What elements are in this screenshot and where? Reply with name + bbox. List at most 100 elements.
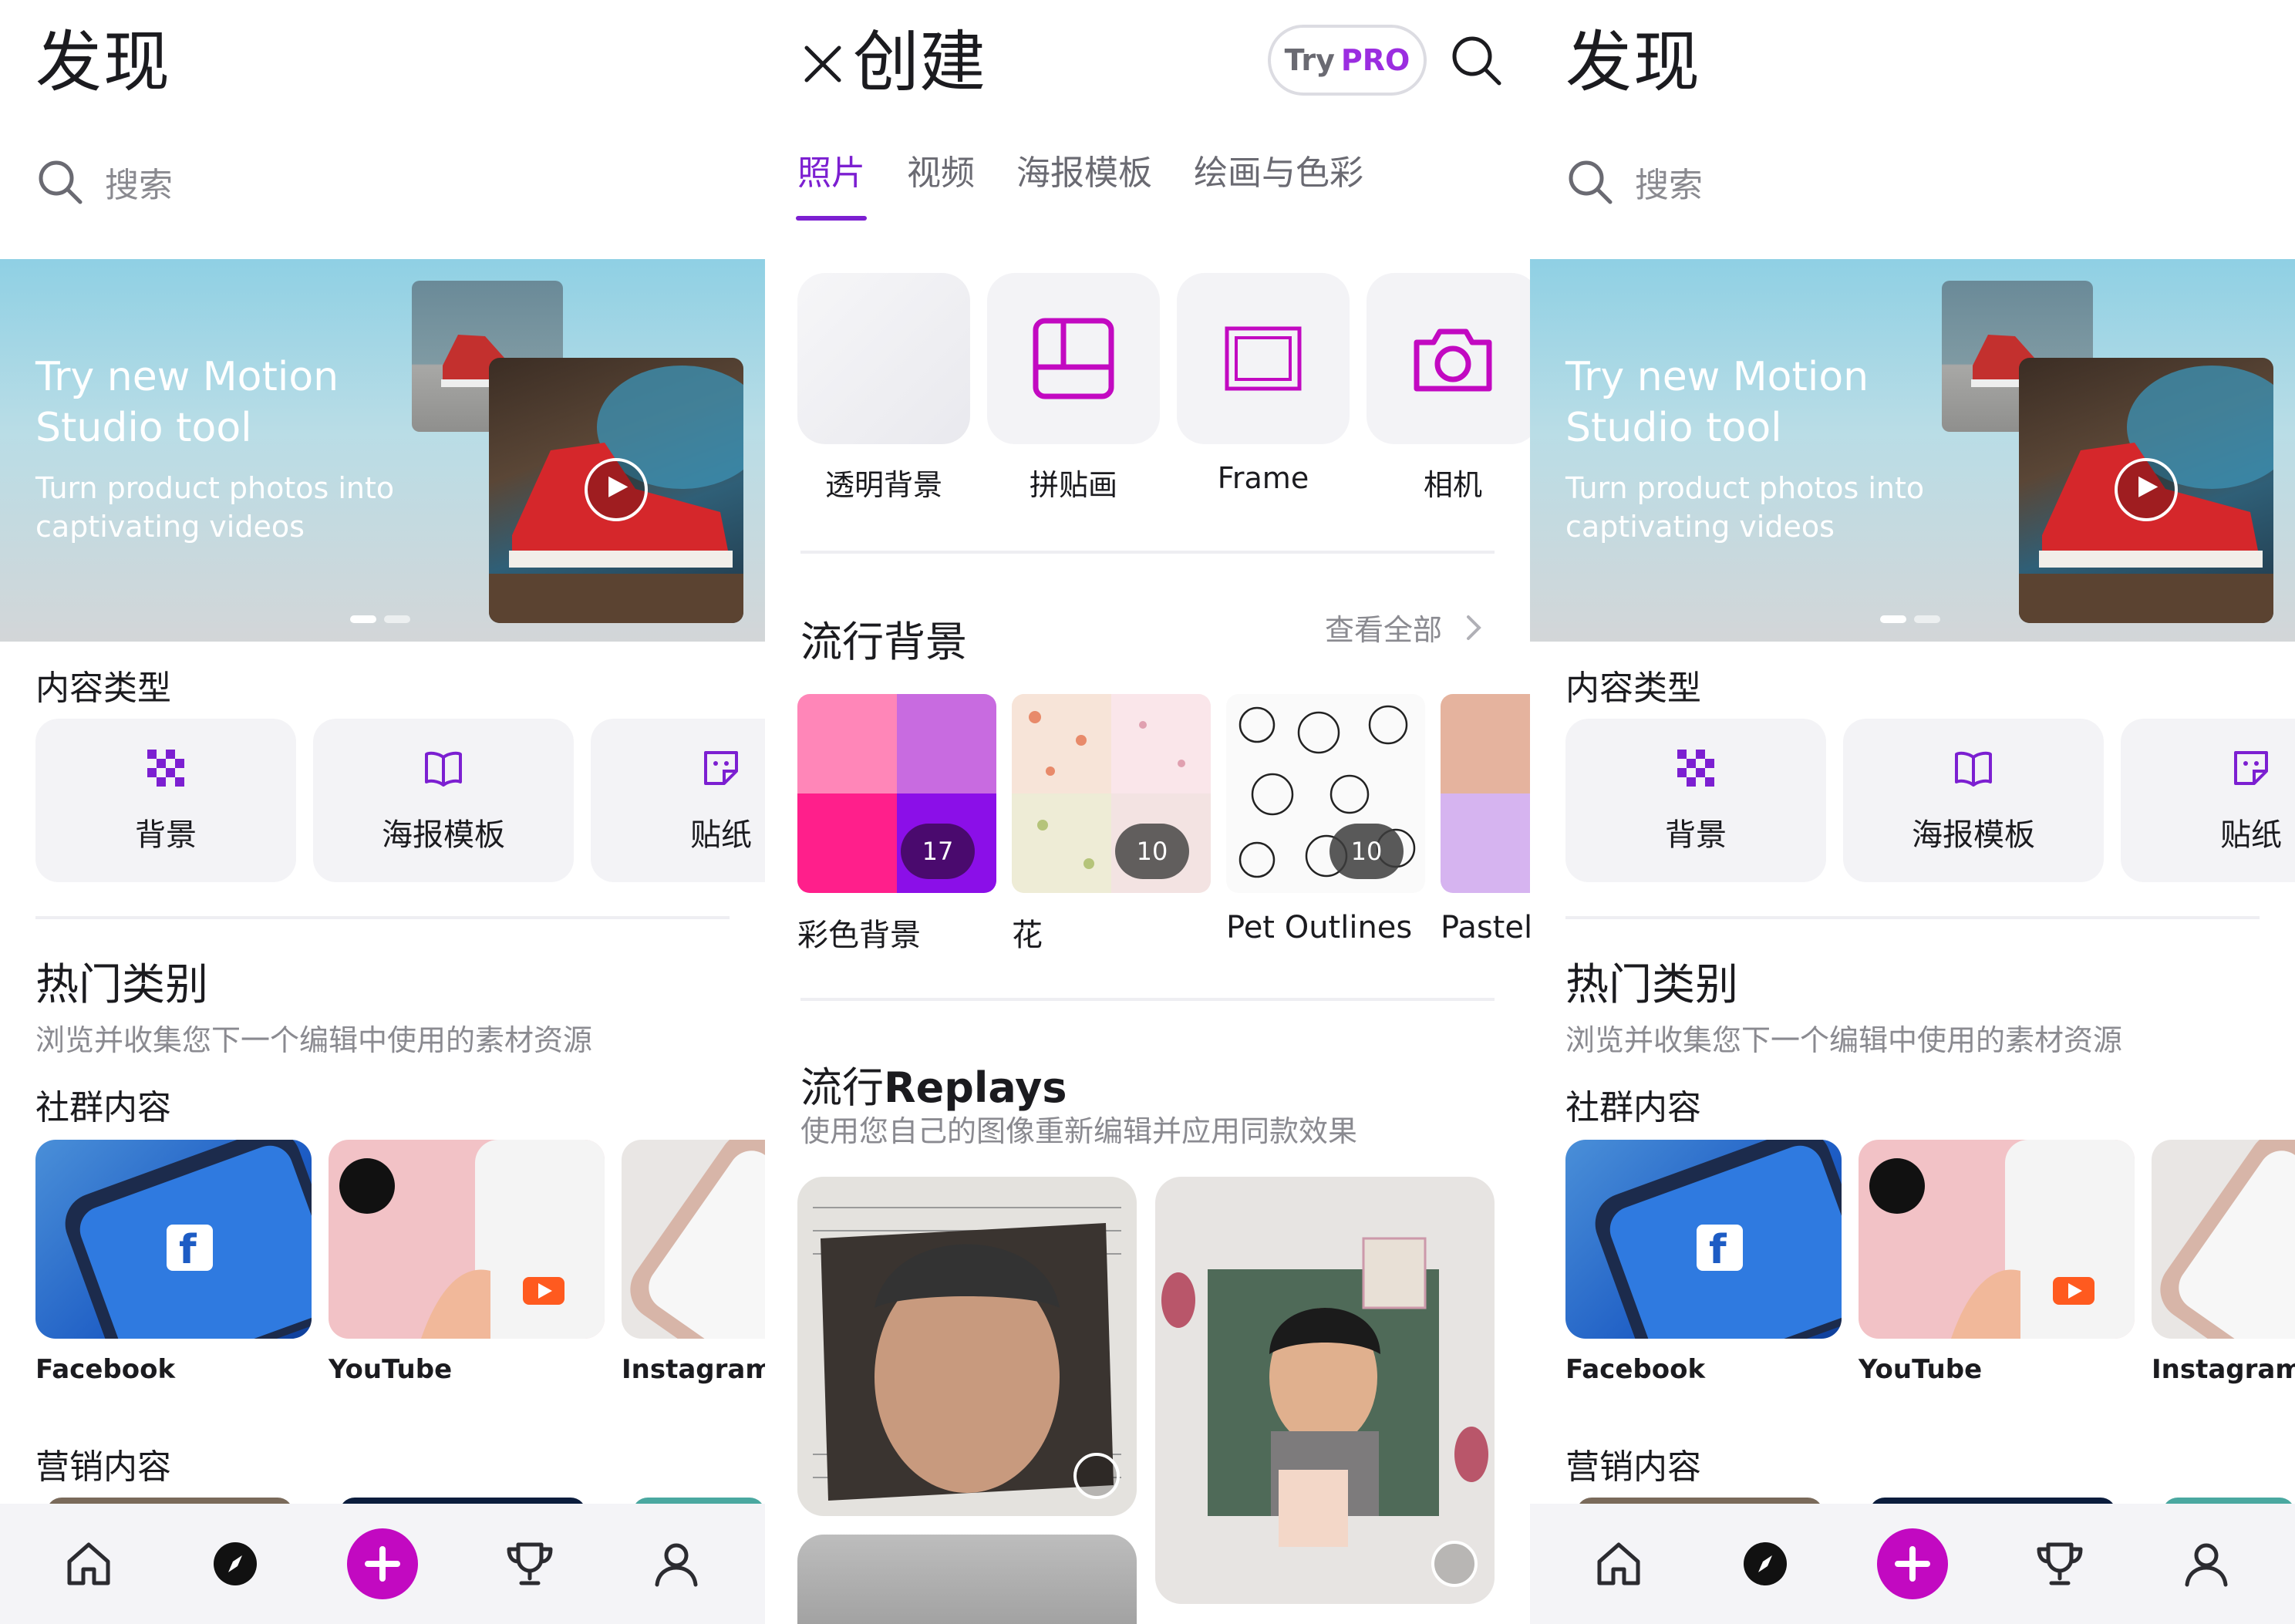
try-pro-try: Try (1284, 43, 1335, 77)
bg-label: 彩色背景 (797, 918, 921, 953)
bg-label: 花 (1012, 918, 1043, 953)
checker-icon (147, 750, 184, 787)
discover-tab[interactable] (201, 1529, 270, 1599)
search-placeholder: 搜索 (1635, 166, 1703, 205)
instagram-thumbnail[interactable] (622, 1140, 765, 1339)
search-icon[interactable] (1447, 31, 1505, 89)
create-button[interactable] (1877, 1528, 1948, 1599)
content-type-label: 背景 (1665, 817, 1727, 853)
discover-screen-left: 发现 搜索 Try new Motion Studio tool Turn pr… (0, 0, 765, 1624)
bottom-nav (0, 1504, 765, 1624)
try-pro-button[interactable]: Try PRO (1268, 25, 1427, 96)
create-button[interactable] (347, 1528, 418, 1599)
replay-card-blur[interactable] (797, 1535, 1137, 1624)
tool-label: 相机 (1423, 468, 1482, 502)
tab-drawing[interactable]: 绘画与色彩 (1194, 145, 1363, 194)
search-icon (1569, 160, 1613, 204)
content-type-sticker[interactable]: 贴纸 (591, 719, 765, 882)
bg-tile-colorful[interactable]: 17 (797, 694, 996, 893)
close-icon[interactable] (796, 37, 850, 91)
social-label: YouTube (1859, 1354, 1983, 1385)
divider (800, 998, 1495, 1001)
page-title: 发现 (1565, 24, 1701, 101)
community-heading: 社群内容 (35, 1088, 171, 1127)
checker-icon (1677, 750, 1714, 787)
book-icon (1955, 751, 1992, 787)
bg-tile-flower[interactable]: 10 (1012, 694, 1211, 893)
bg-count-badge: 17 (901, 824, 975, 879)
tool-camera[interactable] (1367, 273, 1530, 444)
content-type-label: 海报模板 (1912, 817, 2035, 853)
see-all-link[interactable]: 查看全部 (1325, 606, 1485, 649)
bg-tile-pastel[interactable] (1441, 694, 1530, 893)
banner-headline: Try new Motion Studio tool (35, 354, 339, 451)
social-label: Instagram (2152, 1354, 2295, 1385)
divider (1565, 916, 2260, 919)
motion-studio-banner[interactable]: Try new Motion Studio tool Turn product … (1530, 259, 2295, 642)
search-icon (39, 160, 83, 204)
profile-tab[interactable] (2172, 1529, 2241, 1599)
replay-icon (1073, 1453, 1120, 1499)
content-type-background[interactable]: 背景 (35, 719, 296, 882)
bg-label: Pastel (1441, 910, 1530, 945)
replay-icon (1431, 1541, 1478, 1587)
facebook-thumbnail[interactable]: f (35, 1140, 312, 1339)
sticker-icon (704, 751, 738, 785)
bg-count-badge: 10 (1115, 824, 1189, 879)
tool-transparent-bg[interactable] (797, 273, 970, 444)
youtube-thumbnail[interactable] (329, 1140, 605, 1339)
trophy-icon (2037, 1542, 2083, 1585)
create-tabs: 照片 视频 海报模板 绘画与色彩 (797, 145, 1405, 194)
page-title: 发现 (35, 24, 171, 101)
home-tab[interactable] (54, 1529, 123, 1599)
hot-categories-title: 热门类别 (35, 960, 208, 1010)
instagram-thumbnail[interactable] (2152, 1140, 2295, 1339)
content-type-background[interactable]: 背景 (1565, 719, 1826, 882)
svg-text:f: f (1709, 1227, 1727, 1273)
tool-frame[interactable] (1177, 273, 1350, 444)
content-type-label: 背景 (135, 817, 197, 853)
home-tab[interactable] (1584, 1529, 1653, 1599)
social-label: Facebook (1565, 1354, 1706, 1385)
carousel-dots (350, 615, 410, 623)
youtube-thumbnail[interactable] (1859, 1140, 2135, 1339)
home-icon (1597, 1542, 1640, 1585)
create-plus-icon (365, 1546, 400, 1582)
bg-count-badge: 10 (1329, 824, 1404, 879)
play-button[interactable] (2115, 458, 2178, 521)
banner-subtitle: Turn product photos into captivating vid… (35, 471, 395, 544)
content-type-sticker[interactable]: 贴纸 (2121, 719, 2295, 882)
facebook-thumbnail[interactable]: f (1565, 1140, 1842, 1339)
tool-collage[interactable] (987, 273, 1160, 444)
content-type-poster[interactable]: 海报模板 (313, 719, 574, 882)
motion-studio-banner[interactable]: Try new Motion Studio tool Turn product … (0, 259, 765, 642)
discover-tab[interactable] (1731, 1529, 1800, 1599)
hot-categories-subtitle: 浏览并收集您下一个编辑中使用的素材资源 (1565, 1023, 2123, 1057)
frame-icon (1225, 326, 1302, 391)
discover-screen-right: 发现 搜索 Try new Motion Studio tool Turn pr… (1530, 0, 2295, 1624)
content-type-label: 海报模板 (382, 817, 505, 853)
collage-icon (1033, 318, 1114, 399)
bg-tile-pet-outlines[interactable]: 10 (1226, 694, 1425, 893)
book-icon (425, 751, 462, 787)
challenges-tab[interactable] (495, 1529, 564, 1599)
play-button[interactable] (585, 458, 648, 521)
banner-subtitle: Turn product photos into captivating vid… (1565, 471, 1925, 544)
replay-card-newspaper[interactable] (797, 1177, 1137, 1516)
social-label: Facebook (35, 1354, 176, 1385)
content-type-poster[interactable]: 海报模板 (1843, 719, 2104, 882)
tab-video[interactable]: 视频 (907, 145, 975, 194)
search-bar[interactable]: 搜索 (35, 151, 575, 213)
tab-photo[interactable]: 照片 (797, 145, 865, 194)
profile-tab[interactable] (642, 1529, 711, 1599)
tab-poster[interactable]: 海报模板 (1016, 145, 1152, 194)
search-bar[interactable]: 搜索 (1565, 151, 2105, 213)
hot-categories-subtitle: 浏览并收集您下一个编辑中使用的素材资源 (35, 1023, 593, 1057)
replay-card-botanical[interactable] (1155, 1177, 1495, 1604)
divider (800, 551, 1495, 554)
transparent-bg-icon (838, 313, 929, 404)
tool-label: 透明背景 (824, 468, 942, 502)
challenges-tab[interactable] (2025, 1529, 2094, 1599)
page-title: 创建 (853, 24, 986, 101)
profile-icon (2185, 1543, 2228, 1587)
